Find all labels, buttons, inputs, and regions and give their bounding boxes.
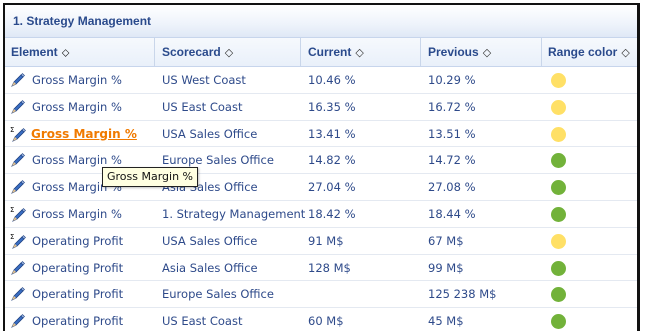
current-value-cell: 128 M$ bbox=[308, 260, 351, 275]
svg-text:Σ: Σ bbox=[10, 126, 14, 134]
current-value-cell: 14.82 % bbox=[308, 153, 356, 168]
element-link[interactable]: Operating Profit bbox=[32, 228, 123, 254]
previous-value-cell: 14.72 % bbox=[428, 153, 476, 168]
element-link[interactable]: Gross Margin % bbox=[31, 121, 137, 147]
sort-icon[interactable]: ◇ bbox=[225, 47, 233, 59]
sort-icon[interactable]: ◇ bbox=[621, 47, 629, 59]
sort-icon[interactable]: ◇ bbox=[483, 47, 491, 59]
scorecard-cell: US West Coast bbox=[162, 73, 246, 87]
column-header-current[interactable]: Current ◇ bbox=[308, 38, 364, 66]
column-header-scorecard[interactable]: Scorecard ◇ bbox=[162, 38, 233, 66]
column-header-scorecard-label: Scorecard bbox=[162, 45, 221, 59]
scorecard-cell: USA Sales Office bbox=[162, 233, 258, 248]
element-link[interactable]: Operating Profit bbox=[32, 308, 123, 331]
table-row[interactable]: Σ Operating Profit USA Sales Office 91 M$ 67… bbox=[5, 228, 637, 255]
current-value-cell: 18.42 % bbox=[308, 206, 356, 221]
previous-value-cell: 16.72 % bbox=[428, 99, 476, 114]
sort-icon[interactable]: ◇ bbox=[355, 47, 363, 59]
element-link[interactable]: Gross Margin % bbox=[32, 201, 122, 227]
table-row[interactable]: Gross Margin % Europe Sales Office 14.82 %… bbox=[5, 147, 637, 175]
column-divider bbox=[300, 38, 301, 66]
kpi-pen-icon bbox=[10, 260, 26, 276]
column-header-element[interactable]: Element ⬦ bbox=[11, 38, 69, 66]
column-header-previous[interactable]: Previous ◇ bbox=[428, 38, 491, 66]
kpi-pen-icon bbox=[10, 99, 26, 115]
svg-text:Σ: Σ bbox=[10, 206, 14, 214]
current-value-cell: 10.46 % bbox=[308, 73, 356, 87]
previous-value-cell: 99 M$ bbox=[428, 260, 464, 275]
current-value-cell: 91 M$ bbox=[308, 233, 344, 248]
table-body: Gross Margin % US West Coast 10.46 % 10.29 … bbox=[5, 67, 637, 331]
range-color-indicator bbox=[551, 233, 566, 249]
current-value-cell: 16.35 % bbox=[308, 99, 356, 114]
current-value-cell: 60 M$ bbox=[308, 314, 344, 329]
range-color-indicator bbox=[551, 73, 566, 88]
column-header-range-color[interactable]: Range color ◇ bbox=[548, 38, 630, 66]
column-divider bbox=[154, 38, 155, 66]
scorecard-cell: US East Coast bbox=[162, 99, 243, 114]
column-header-current-label: Current bbox=[308, 45, 352, 59]
kpi-sigma-pen-icon: Σ bbox=[10, 233, 26, 249]
previous-value-cell: 27.08 % bbox=[428, 180, 476, 195]
sort-asc-icon[interactable]: ⬦ bbox=[62, 47, 70, 59]
kpi-pen-icon bbox=[10, 179, 26, 195]
scorecard-cell: Europe Sales Office bbox=[162, 287, 274, 302]
element-link[interactable]: Operating Profit bbox=[32, 281, 123, 307]
previous-value-cell: 45 M$ bbox=[428, 314, 464, 329]
column-header-range-color-label: Range color bbox=[548, 45, 618, 59]
previous-value-cell: 10.29 % bbox=[428, 73, 476, 87]
table-row[interactable]: Gross Margin % Asia Sales Office 27.04 % 27… bbox=[5, 174, 637, 201]
scorecard-panel: 1. Strategy Management Element ⬦ Scorecar… bbox=[3, 3, 640, 331]
kpi-pen-icon bbox=[10, 313, 26, 329]
kpi-sigma-pen-icon: Σ bbox=[10, 126, 26, 142]
range-color-indicator bbox=[551, 153, 566, 169]
scorecard-cell: USA Sales Office bbox=[162, 126, 258, 141]
table-row[interactable]: Σ Gross Margin % USA Sales Office 13.41 % 13… bbox=[5, 121, 637, 148]
scorecard-cell: US East Coast bbox=[162, 314, 243, 329]
element-link[interactable]: Gross Margin % bbox=[32, 94, 122, 120]
column-divider bbox=[541, 38, 542, 66]
range-color-indicator bbox=[551, 314, 566, 330]
table-row[interactable]: Operating Profit US East Coast 60 M$ 45 M$ bbox=[5, 308, 637, 331]
section-title: 1. Strategy Management bbox=[5, 5, 637, 38]
column-divider bbox=[420, 38, 421, 66]
previous-value-cell: 67 M$ bbox=[428, 233, 464, 248]
current-value-cell: 27.04 % bbox=[308, 180, 356, 195]
column-header-element-label: Element bbox=[11, 45, 58, 59]
table-row[interactable]: Gross Margin % US East Coast 16.35 % 16.72 … bbox=[5, 94, 637, 121]
element-link[interactable]: Operating Profit bbox=[32, 255, 123, 281]
column-header-previous-label: Previous bbox=[428, 45, 479, 59]
kpi-sigma-pen-icon: Σ bbox=[10, 206, 26, 222]
range-color-indicator bbox=[551, 126, 566, 142]
range-color-indicator bbox=[551, 99, 566, 115]
range-color-indicator bbox=[551, 287, 566, 303]
scorecard-cell: Asia Sales Office bbox=[162, 260, 258, 275]
range-color-indicator bbox=[551, 180, 566, 196]
previous-value-cell: 125 238 M$ bbox=[428, 287, 497, 302]
table-row[interactable]: Σ Gross Margin % 1. Strategy Management 18.… bbox=[5, 201, 637, 228]
tooltip: Gross Margin % bbox=[102, 167, 199, 187]
range-color-indicator bbox=[551, 260, 566, 276]
previous-value-cell: 18.44 % bbox=[428, 206, 476, 221]
range-color-indicator bbox=[551, 206, 566, 222]
scorecard-cell: 1. Strategy Management bbox=[162, 206, 306, 221]
kpi-pen-icon bbox=[10, 72, 26, 88]
table-row[interactable]: Operating Profit Europe Sales Office 125 2… bbox=[5, 281, 637, 309]
element-link[interactable]: Gross Margin % bbox=[32, 67, 122, 93]
current-value-cell: 13.41 % bbox=[308, 126, 356, 141]
table-header: Element ⬦ Scorecard ◇ Current ◇ Previous ◇ R… bbox=[5, 38, 637, 67]
table-row[interactable]: Gross Margin % US West Coast 10.46 % 10.29 … bbox=[5, 67, 637, 94]
previous-value-cell: 13.51 % bbox=[428, 126, 476, 141]
svg-text:Σ: Σ bbox=[10, 233, 14, 241]
kpi-pen-icon bbox=[10, 152, 26, 168]
kpi-pen-icon bbox=[10, 286, 26, 302]
table-row[interactable]: Operating Profit Asia Sales Office 128 M$ 9… bbox=[5, 255, 637, 282]
